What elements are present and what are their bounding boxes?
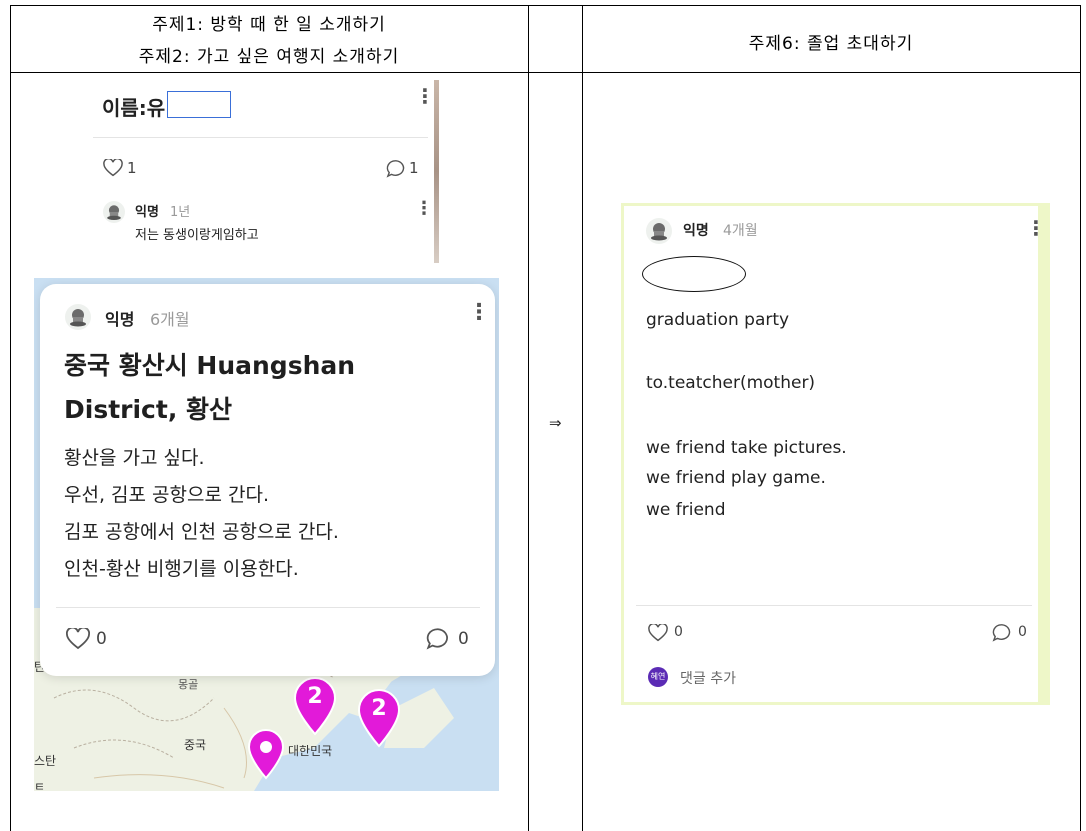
post-time: 4개월 <box>723 223 758 239</box>
redaction-ellipse <box>642 256 746 292</box>
user-avatar-badge: 혜연 <box>648 667 668 687</box>
map-label-korea: 대한민국 <box>288 744 333 758</box>
heart-icon[interactable] <box>103 159 123 177</box>
post-author: 익명 <box>105 310 135 329</box>
post-line: we friend <box>646 500 726 520</box>
avatar <box>646 218 672 244</box>
like-count: 0 <box>96 629 107 649</box>
like-count: 1 <box>127 159 137 177</box>
right-header: 주제6: 졸업 초대하기 <box>748 34 914 54</box>
post-body-line: 우선, 김포 공항으로 간다. <box>64 484 269 506</box>
comment-count: 1 <box>409 159 419 177</box>
comment-more-icon[interactable]: ⋮ <box>415 200 433 218</box>
map-pin[interactable] <box>246 728 286 780</box>
left-header-line2: 주제2: 가고 싶은 여행지 소개하기 <box>138 47 400 67</box>
comment-count: 0 <box>1018 624 1027 640</box>
map-label-china: 중국 <box>184 738 207 752</box>
post-body-line: 인천-황산 비행기를 이용한다. <box>64 558 299 580</box>
map-label-mongolia: 몽골 <box>178 678 199 691</box>
comment-icon[interactable] <box>426 627 450 650</box>
comment-count: 0 <box>458 629 469 649</box>
map-post-card: 익명 6개월 ⋮ 중국 황산시 Huangshan District, 황산 황… <box>40 284 495 676</box>
avatar <box>65 304 91 330</box>
post-line: graduation party <box>646 310 790 330</box>
post-title-line2: District, 황산 <box>64 395 233 424</box>
more-menu-icon[interactable]: ⋮ <box>468 302 490 324</box>
heart-icon[interactable] <box>648 624 668 642</box>
comment-icon[interactable] <box>386 159 406 178</box>
avatar <box>103 201 125 223</box>
arrow: ⇒ <box>549 414 562 432</box>
post-body-line: 황산을 가고 싶다. <box>64 447 205 469</box>
comment-time: 1년 <box>170 205 191 220</box>
post-line: to.teatcher(mother) <box>646 373 816 393</box>
heart-icon[interactable] <box>66 628 90 650</box>
comment-text: 저는 동생이랑게임하고 <box>135 228 259 243</box>
more-menu-icon[interactable]: ⋮ <box>1026 218 1046 238</box>
map-cluster-pin[interactable]: 2 <box>292 676 338 736</box>
map-post-screenshot: 몽골 중국 대한민국 탄 스탄 ㅌ 2 2 익명 6개월 ⋮ 중국 황산시 Hu… <box>34 278 499 791</box>
map-label-left2: 스탄 <box>34 754 57 768</box>
post-line: we friend take pictures. <box>646 438 847 458</box>
post-author: 익명 <box>683 223 709 239</box>
name-input-box[interactable] <box>167 91 231 118</box>
top-post: 이름:유 ⋮ 1 1 익명 1년 ⋮ 저는 동생이랑게임하고 <box>93 80 441 263</box>
post-name-label: 이름:유 <box>102 96 166 120</box>
more-menu-icon[interactable]: ⋮ <box>415 86 435 106</box>
comment-icon[interactable] <box>992 623 1012 642</box>
post-body-line: 김포 공항에서 인천 공항으로 간다. <box>64 521 339 543</box>
post-title-line1: 중국 황산시 Huangshan <box>64 351 356 380</box>
left-header-line1: 주제1: 방학 때 한 일 소개하기 <box>152 15 386 35</box>
right-post-card: 익명 4개월 ⋮ graduation party to.teatcher(mo… <box>621 203 1050 705</box>
post-time: 6개월 <box>150 310 190 329</box>
add-comment-input[interactable]: 댓글 추가 <box>680 668 736 688</box>
map-cluster-pin[interactable]: 2 <box>356 688 402 748</box>
map-label-left3: ㅌ <box>34 780 46 791</box>
comment-author: 익명 <box>135 205 159 220</box>
like-count: 0 <box>674 624 683 640</box>
post-line: we friend play game. <box>646 468 826 488</box>
